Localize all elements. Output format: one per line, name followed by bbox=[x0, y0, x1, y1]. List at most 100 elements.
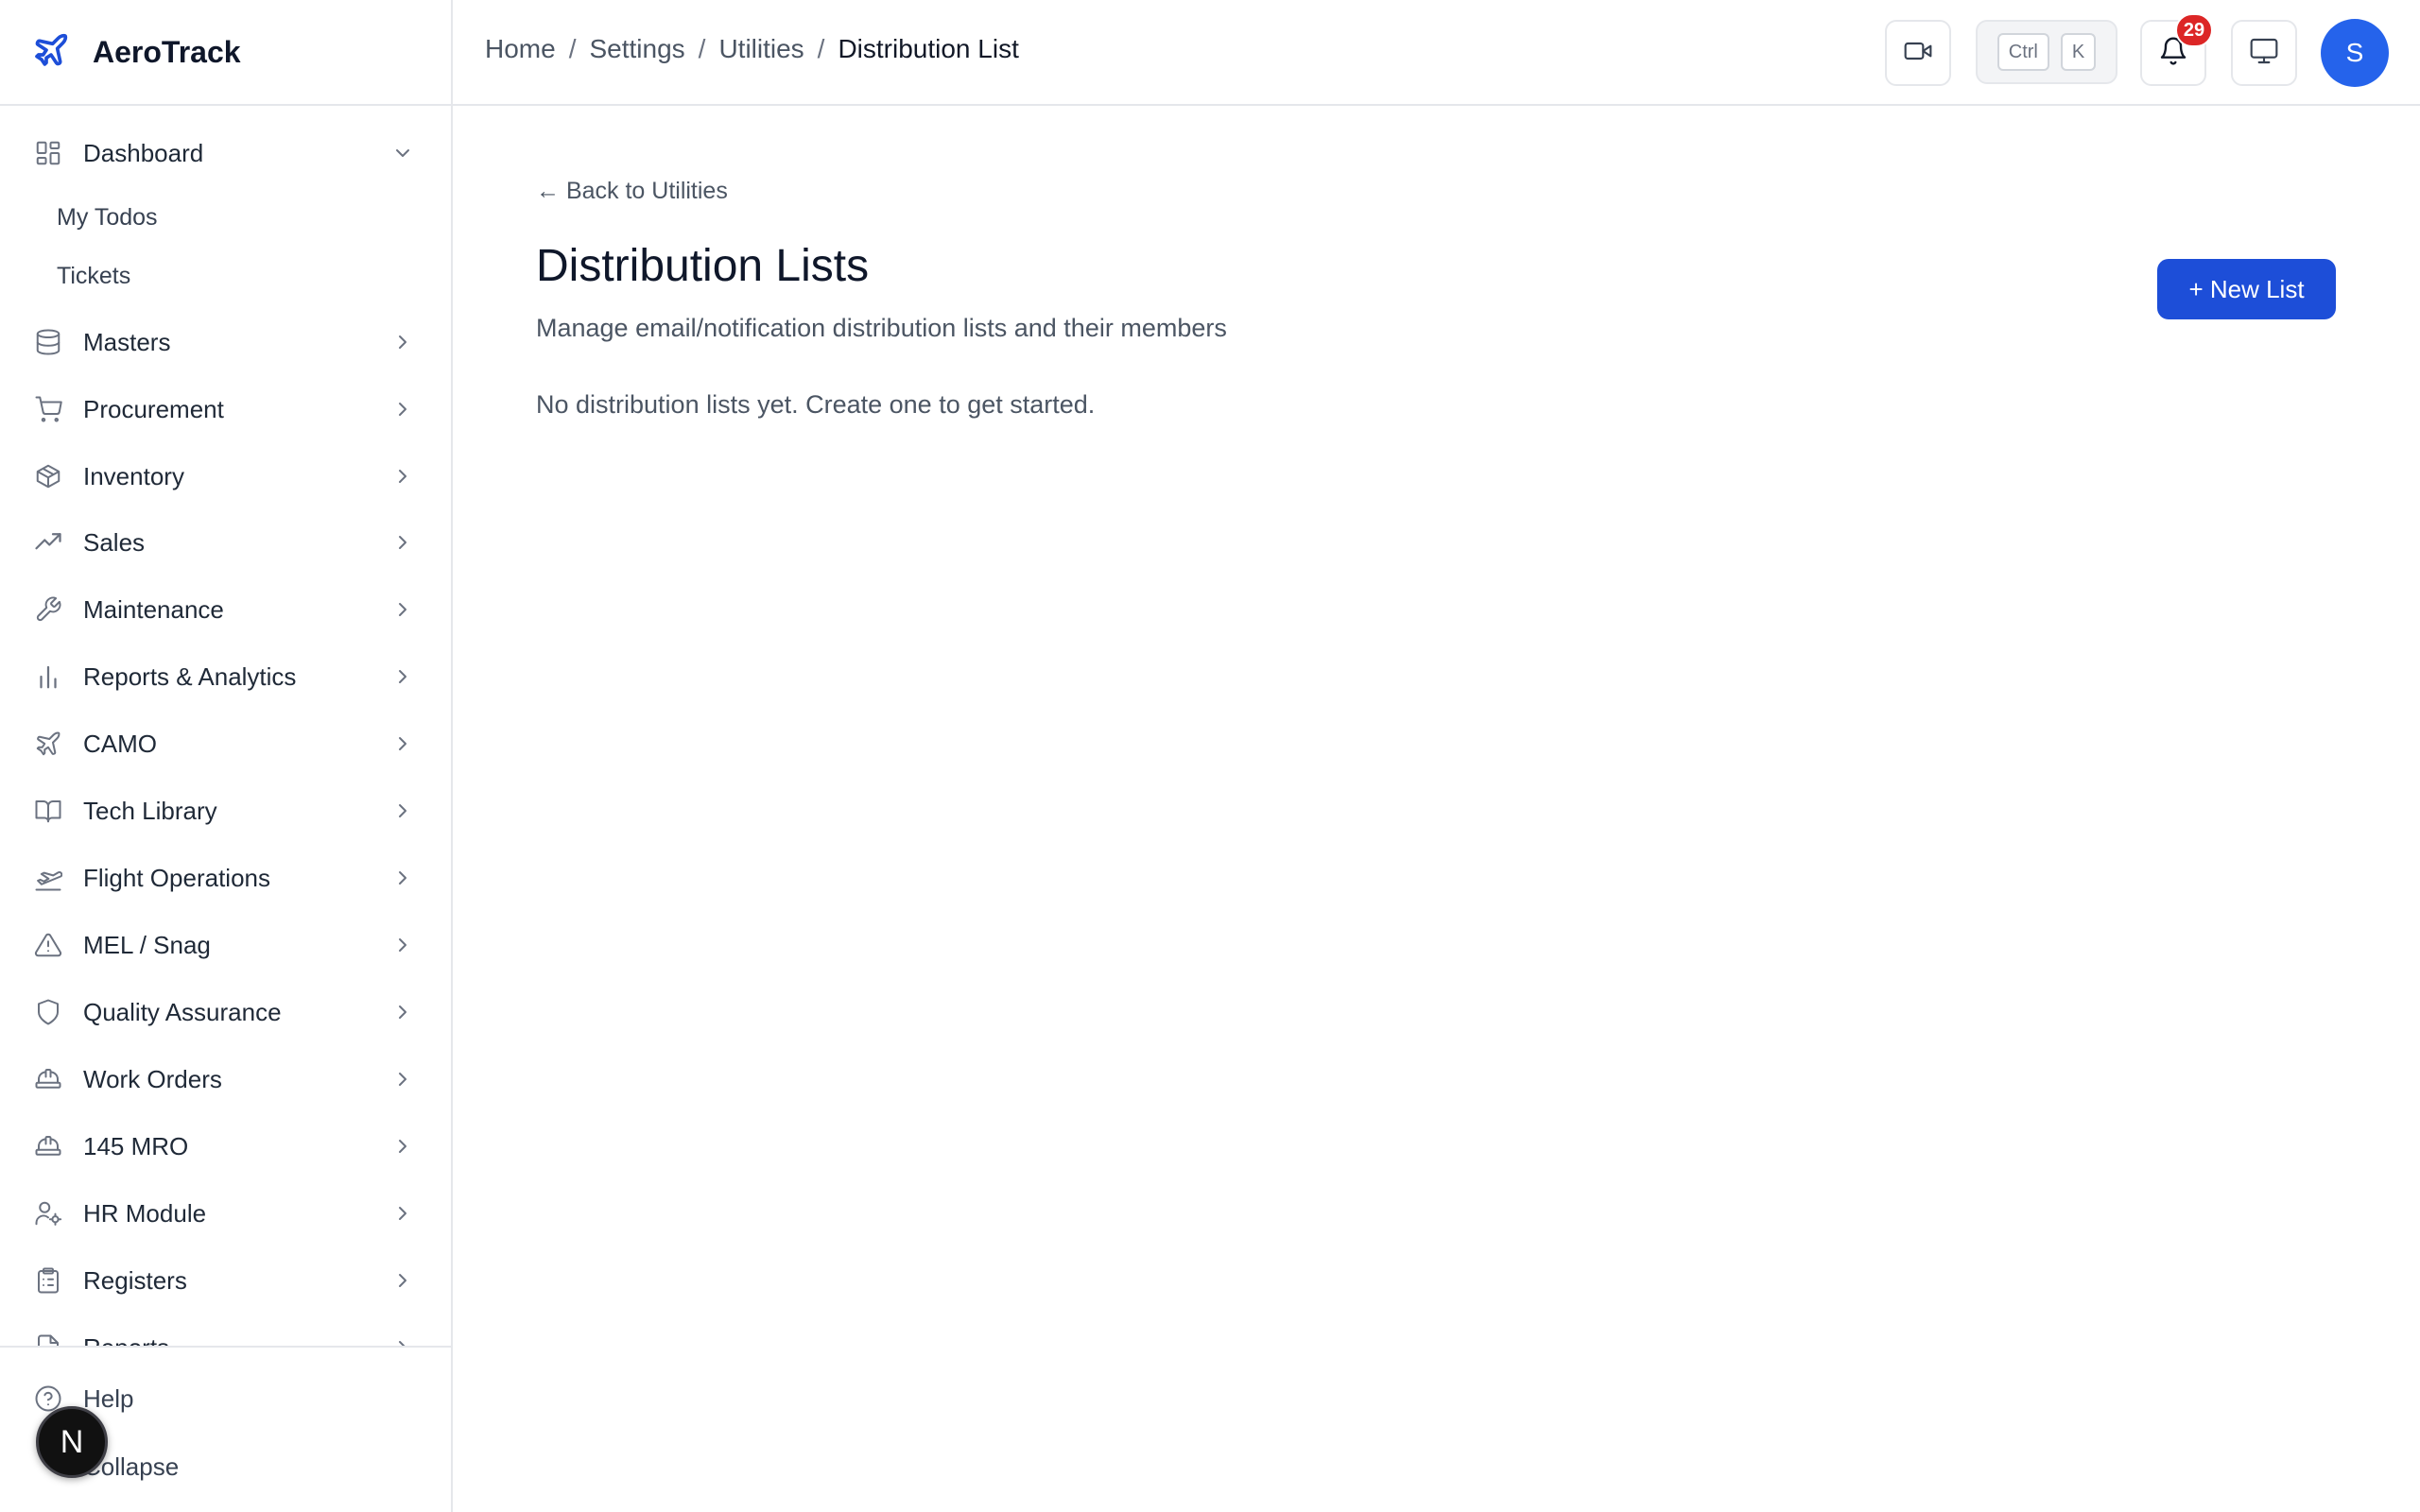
sidebar-item-masters[interactable]: Masters bbox=[0, 314, 451, 370]
sidebar-item-inventory[interactable]: Inventory bbox=[0, 448, 451, 505]
sidebar-item-camo[interactable]: CAMO bbox=[0, 715, 451, 772]
chevron-right-icon bbox=[391, 934, 414, 956]
sidebar-subitem-label: My Todos bbox=[57, 203, 158, 231]
sidebar-item-label: Dashboard bbox=[83, 138, 204, 167]
chevron-right-icon bbox=[391, 665, 414, 688]
chevron-right-icon bbox=[391, 398, 414, 421]
sidebar-item-registers[interactable]: Registers bbox=[0, 1252, 451, 1309]
sidebar-item-label: Reports bbox=[83, 1333, 169, 1347]
sidebar-item-reports[interactable]: Reports bbox=[0, 1319, 451, 1346]
sidebar-item-label: Tech Library bbox=[83, 796, 217, 825]
alert-triangle-icon bbox=[34, 931, 62, 959]
sidebar-item-145-mro[interactable]: 145 MRO bbox=[0, 1118, 451, 1175]
video-icon bbox=[1903, 36, 1933, 71]
hard-hat-icon bbox=[34, 1065, 62, 1093]
dev-tools-badge[interactable]: N bbox=[36, 1406, 108, 1478]
sidebar-subitem-tickets[interactable]: Tickets bbox=[0, 250, 451, 301]
monitor-icon bbox=[2249, 36, 2279, 71]
sidebar-item-label: Registers bbox=[83, 1265, 187, 1295]
chevron-right-icon bbox=[391, 732, 414, 755]
sidebar-subitem-my-todos[interactable]: My Todos bbox=[0, 192, 451, 243]
app-name: AeroTrack bbox=[93, 34, 241, 69]
kbd-ctrl: Ctrl bbox=[1996, 33, 2049, 71]
sidebar-item-label: MEL / Snag bbox=[83, 930, 211, 959]
chevron-down-icon bbox=[391, 142, 414, 164]
breadcrumb-separator: / bbox=[698, 34, 706, 63]
breadcrumb-current: Distribution List bbox=[838, 34, 1019, 63]
trending-up-icon bbox=[34, 528, 62, 557]
chevron-right-icon bbox=[391, 331, 414, 353]
sidebar-item-procurement[interactable]: Procurement bbox=[0, 381, 451, 438]
page-title: Distribution Lists bbox=[536, 241, 870, 291]
sidebar-item-hr-module[interactable]: HR Module bbox=[0, 1185, 451, 1242]
sidebar-subitem-label: Tickets bbox=[57, 262, 131, 289]
bar-chart-icon bbox=[34, 662, 62, 691]
sidebar-item-sales[interactable]: Sales bbox=[0, 514, 451, 571]
sidebar-item-reports-analytics[interactable]: Reports & Analytics bbox=[0, 648, 451, 705]
display-button[interactable] bbox=[2231, 20, 2297, 86]
chevron-right-icon bbox=[391, 1269, 414, 1292]
breadcrumb-utilities[interactable]: Utilities bbox=[718, 34, 804, 64]
plane-icon bbox=[34, 730, 62, 758]
empty-state-message: No distribution lists yet. Create one to… bbox=[536, 390, 1096, 419]
plane-takeoff-icon bbox=[34, 864, 63, 892]
sidebar-item-label: Procurement bbox=[83, 394, 224, 423]
sidebar-item-label: CAMO bbox=[83, 729, 157, 758]
command-palette-button[interactable]: Ctrl K bbox=[1976, 20, 2118, 84]
sidebar-item-dashboard[interactable]: Dashboard bbox=[0, 125, 451, 181]
sidebar-item-mel-snag[interactable]: MEL / Snag bbox=[0, 917, 451, 973]
sidebar-nav: Dashboard My Todos Tickets Masters Procu… bbox=[0, 106, 451, 1346]
sidebar-item-label: Maintenance bbox=[83, 594, 224, 624]
sidebar-item-label: Sales bbox=[83, 527, 146, 557]
sidebar-item-label: 145 MRO bbox=[83, 1131, 189, 1160]
sidebar-item-label: Inventory bbox=[83, 461, 184, 490]
user-cog-icon bbox=[34, 1199, 62, 1228]
sidebar-item-label: Quality Assurance bbox=[83, 997, 282, 1026]
brand[interactable]: AeroTrack bbox=[0, 0, 451, 106]
hard-hat-icon bbox=[34, 1132, 62, 1160]
new-list-button[interactable]: + New List bbox=[2157, 259, 2336, 319]
breadcrumb-home[interactable]: Home bbox=[485, 34, 556, 64]
sidebar-item-label: HR Module bbox=[83, 1198, 207, 1228]
sidebar-item-label: Flight Operations bbox=[83, 863, 270, 892]
notification-count-badge: 29 bbox=[2175, 13, 2213, 47]
sidebar: AeroTrack Dashboard My Todos Tickets Mas… bbox=[0, 0, 453, 1512]
sidebar-item-maintenance[interactable]: Maintenance bbox=[0, 581, 451, 638]
book-open-icon bbox=[34, 797, 62, 825]
video-button[interactable] bbox=[1885, 20, 1951, 86]
sidebar-item-tech-library[interactable]: Tech Library bbox=[0, 782, 451, 839]
chevron-right-icon bbox=[391, 531, 414, 554]
wrench-icon bbox=[34, 595, 62, 624]
page-subtitle: Manage email/notification distribution l… bbox=[536, 314, 1227, 342]
sidebar-item-label: Reports & Analytics bbox=[83, 662, 297, 691]
sidebar-item-label: Masters bbox=[83, 327, 171, 356]
chevron-right-icon bbox=[391, 799, 414, 822]
file-icon bbox=[34, 1333, 62, 1346]
sidebar-item-quality-assurance[interactable]: Quality Assurance bbox=[0, 984, 451, 1040]
breadcrumb-settings[interactable]: Settings bbox=[589, 34, 684, 64]
chevron-right-icon bbox=[391, 1068, 414, 1091]
chevron-right-icon bbox=[391, 1001, 414, 1023]
back-to-utilities-link[interactable]: ← Back to Utilities bbox=[536, 178, 728, 205]
breadcrumb: Home / Settings / Utilities / Distributi… bbox=[485, 34, 1019, 64]
chevron-right-icon bbox=[391, 1336, 414, 1346]
avatar[interactable]: S bbox=[2321, 19, 2389, 87]
plane-logo-icon bbox=[32, 31, 70, 74]
breadcrumb-separator: / bbox=[817, 34, 825, 63]
chevron-right-icon bbox=[391, 867, 414, 889]
sidebar-item-work-orders[interactable]: Work Orders bbox=[0, 1051, 451, 1108]
layout-dashboard-icon bbox=[34, 139, 62, 167]
topbar: Home / Settings / Utilities / Distributi… bbox=[453, 0, 2420, 106]
database-icon bbox=[34, 328, 62, 356]
sidebar-item-flight-operations[interactable]: Flight Operations bbox=[0, 850, 451, 906]
chevron-right-icon bbox=[391, 598, 414, 621]
sidebar-item-label: Work Orders bbox=[83, 1064, 222, 1093]
help-label: Help bbox=[83, 1383, 134, 1413]
clipboard-list-icon bbox=[34, 1266, 62, 1295]
chevron-right-icon bbox=[391, 465, 414, 488]
cart-icon bbox=[34, 395, 62, 423]
chevron-right-icon bbox=[391, 1135, 414, 1158]
package-icon bbox=[34, 462, 62, 490]
chevron-right-icon bbox=[391, 1202, 414, 1225]
kbd-k: K bbox=[2060, 33, 2097, 71]
